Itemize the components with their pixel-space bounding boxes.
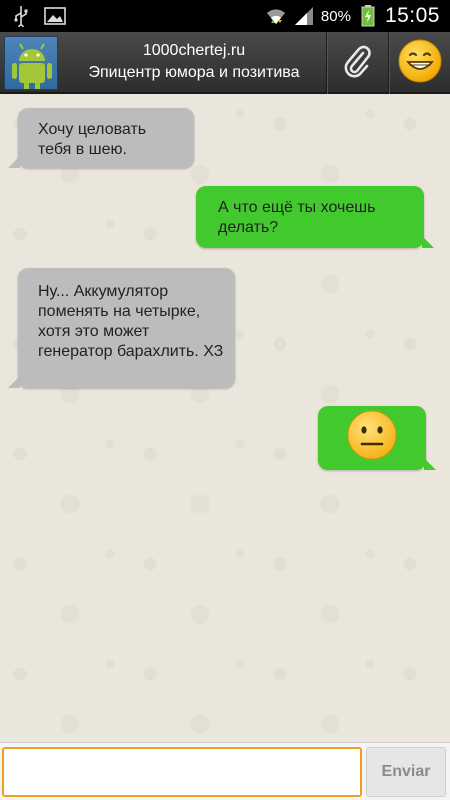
chat-header: 1000chertej.ru Эпицентр юмора и позитива [0,32,450,94]
status-bar-left [10,5,66,27]
battery-icon [357,5,379,27]
status-bar-right: 80% 15:05 [265,4,440,28]
message-bubble-outgoing[interactable] [318,406,436,470]
contact-info[interactable]: 1000chertej.ru Эпицентр юмора и позитива [64,40,324,84]
header-divider [326,32,327,94]
smile-emoji-icon [397,38,443,89]
neutral-face-emoji-icon [346,409,398,467]
signal-icon [293,5,315,27]
usb-icon [10,5,32,27]
emoji-button[interactable] [390,32,450,94]
composer-bar: Enviar [0,742,450,800]
contact-avatar[interactable] [4,36,58,90]
wifi-icon [265,5,287,27]
message-text: Хочу целовать тебя в шею. [38,121,147,158]
message-bubble-incoming[interactable]: Ну... Аккумулятор поменять на четырке, х… [8,268,235,388]
chat-area[interactable]: Хочу целовать тебя в шею. А что ещё ты х… [0,94,450,742]
status-bar: 80% 15:05 [0,0,450,32]
contact-status: Эпицентр юмора и позитива [88,64,300,81]
attach-button[interactable] [328,32,388,94]
send-button[interactable]: Enviar [366,747,446,797]
battery-percent: 80% [320,7,351,25]
message-text: А что ещё ты хочешь делать? [218,199,376,236]
message-bubble-incoming[interactable]: Хочу целовать тебя в шею. [8,108,194,168]
contact-name: 1000chertej.ru [142,42,246,59]
gallery-icon [44,5,66,27]
paperclip-icon [343,44,373,83]
android-icon [5,43,57,89]
message-bubble-outgoing[interactable]: А что ещё ты хочешь делать? [196,186,434,248]
message-input[interactable] [2,747,362,797]
message-text: Ну... Аккумулятор поменять на четырке, х… [38,283,224,360]
clock: 15:05 [384,4,440,27]
header-divider [388,32,389,94]
